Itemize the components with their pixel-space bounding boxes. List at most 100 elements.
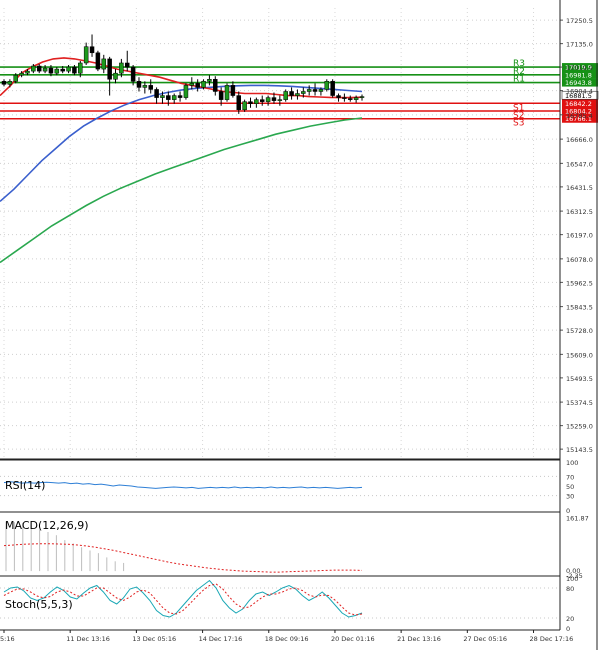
candle-body [31,65,36,72]
candle-body [7,81,13,85]
candle-body [330,81,335,96]
stoch-tick-label: 80 [566,585,574,593]
candle-body [207,79,212,82]
pivot-label-r1: R1 [513,75,525,85]
candle-body [189,83,195,86]
price-tick-label: 15843.5 [566,304,593,312]
candle-body [230,85,236,96]
macd-title: MACD(12,26,9) [5,519,89,532]
candle-body [336,95,341,98]
time-tick-label: 5:16 [0,635,15,643]
candle-body [306,89,312,92]
candle-body [124,62,130,68]
price-tick-label: 16547.0 [566,160,593,168]
time-tick-label: 20 Dec 01:16 [331,635,375,643]
candle-body [259,99,265,102]
candle-body [95,52,101,70]
candle-body [113,72,118,80]
candle-body [160,95,165,98]
candle-body [78,62,83,74]
candle-body [89,46,95,54]
candle-body [218,91,224,100]
time-tick-label: 14 Dec 17:16 [199,635,243,643]
macd-tick-label: 161.87 [566,514,589,522]
time-tick-label: 13 Dec 05:16 [132,635,176,643]
price-tick-label: 15609.0 [566,351,593,359]
candle-body [201,81,206,88]
candle-body [236,95,242,111]
price-tick-label: 16666.0 [566,136,593,144]
rsi-tick-label: 30 [566,493,574,501]
price-tick-label: 16078.0 [566,256,593,264]
candle-body [224,85,230,100]
candle-body [301,91,306,94]
price-tick-label: 15493.5 [566,375,593,383]
candle-body [183,85,189,98]
candle-body [1,81,7,85]
price-tick-label: 16197.0 [566,232,593,240]
candle-body [195,83,200,88]
candle-body [166,95,171,100]
candle-body [283,91,288,100]
candle-body [295,93,300,96]
price-tick-label: 17019.9 [566,64,593,72]
candle-body [353,97,359,100]
candle-body [60,68,65,72]
candle-body [148,85,153,90]
price-tick-label: 15962.5 [566,279,593,287]
candle-body [36,65,42,72]
price-tick-label: 16312.5 [566,208,593,216]
candle-body [101,58,107,70]
candle-body [289,91,294,96]
price-tick-label: 15728.0 [566,327,593,335]
candle-body [13,74,18,82]
pivot-label-s3: S3 [513,119,524,129]
candle-body [277,99,283,101]
price-tick-label: 16904.4 [566,88,593,96]
candle-body [42,67,48,72]
stoch-tick-label: 100 [566,575,578,583]
candle-body [171,95,177,100]
candle-body [248,101,253,104]
stoch-tick-label: 20 [566,615,574,623]
chart-canvas[interactable]: R3 17019.9R2 16981.8R1 16943.8S1 16842.2S2 16… [0,0,600,650]
forex-chart-screen: R3 17019.9 R2 16981.8 R1 16943.8 S1 16842.2 S2 16… [0,0,600,650]
candle-body [142,85,148,88]
candle-body [359,96,365,98]
candle-body [83,46,89,64]
candle-body [254,99,259,104]
candle-body [25,70,30,74]
stoch-title: Stoch(5,5,3) [5,598,73,611]
candle-body [119,62,124,74]
time-tick-label: 27 Dec 05:16 [463,635,507,643]
price-tick-label: 17135.0 [566,41,593,49]
price-tick-label: 16785.4 [566,112,593,120]
rsi-tick-label: 50 [566,483,574,491]
candle-body [318,89,324,92]
candle-body [213,79,218,92]
rsi-tick-label: 70 [566,473,574,481]
candle-body [136,81,142,88]
price-tick-label: 15259.0 [566,423,593,431]
stoch-tick-label: 0 [566,625,570,633]
candle-body [130,66,136,82]
pivot-value-label: 16943.8 [565,79,592,87]
candle-body [54,68,60,74]
price-tick-label: 16431.5 [566,184,593,192]
candle-body [324,81,330,90]
candle-body [48,67,54,74]
price-tick-label: 15143.5 [566,446,593,454]
price-tick-label: 15374.5 [566,399,593,407]
candle-body [342,97,347,99]
time-tick-label: 11 Dec 13:16 [66,635,110,643]
candle-body [154,89,159,98]
price-tick-label: 17250.5 [566,17,593,25]
candle-body [177,95,183,98]
candle-body [66,66,71,72]
candle-body [19,72,24,76]
candle-body [107,58,112,80]
time-tick-label: 18 Dec 09:16 [265,635,309,643]
candle-body [271,97,277,101]
rsi-title: RSI(14) [5,479,45,492]
candle-body [72,66,77,74]
